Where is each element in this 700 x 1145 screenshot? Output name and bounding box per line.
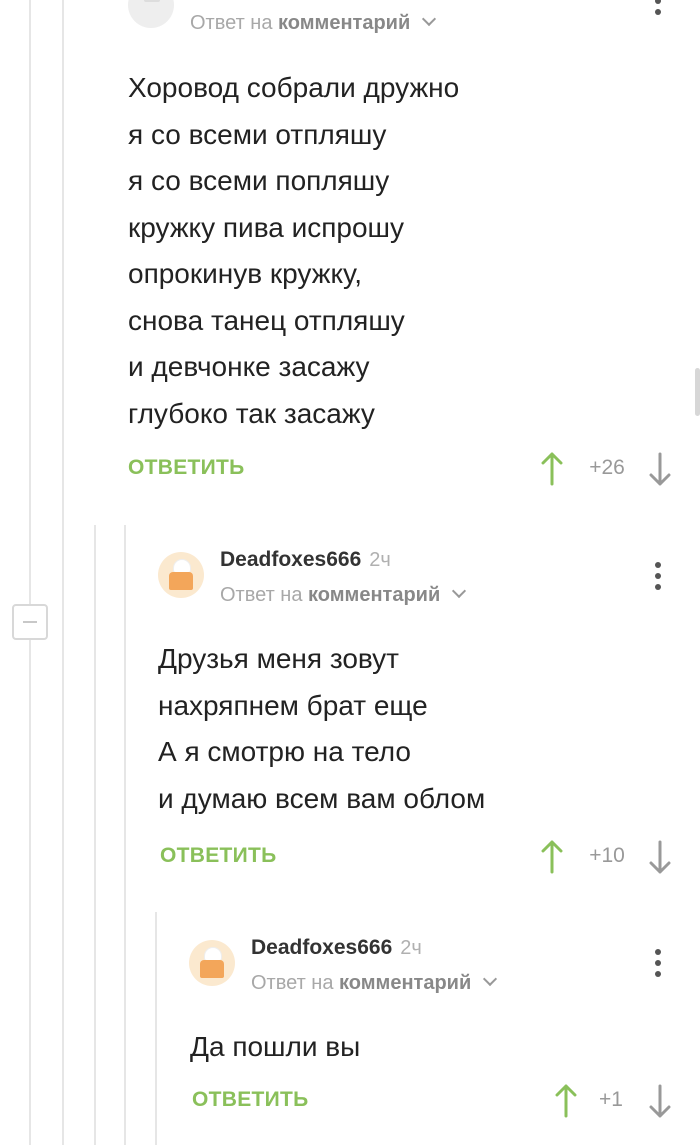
text-line: Хоровод собрали дружно xyxy=(128,72,460,103)
avatar[interactable] xyxy=(158,552,204,598)
comment-header: Deadfoxes666 2ч Ответ на комментарий xyxy=(158,548,638,632)
avatar[interactable] xyxy=(189,940,235,986)
text-line: опрокинув кружку, xyxy=(128,258,362,289)
comment-actions: ОТВЕТИТЬ +26 xyxy=(128,452,676,496)
downvote-arrow-icon[interactable] xyxy=(648,840,672,874)
reply-to-link[interactable]: Ответ на комментарий xyxy=(251,971,497,995)
reply-button[interactable]: ОТВЕТИТЬ xyxy=(192,1088,309,1112)
collapse-thread-button[interactable] xyxy=(12,604,48,640)
text-line: А я смотрю на тело xyxy=(158,736,411,767)
thread-line-level-2 xyxy=(94,525,96,1145)
author-name[interactable]: Deadfoxes666 2ч xyxy=(220,548,391,572)
avatar[interactable] xyxy=(128,0,174,28)
timestamp: 2ч xyxy=(369,549,391,571)
comment-header: Deadfoxes666 2ч Ответ на комментарий xyxy=(189,936,639,1020)
score: +26 xyxy=(589,456,625,479)
text-line: я со всеми отпляшу xyxy=(128,118,387,150)
author-label[interactable]: Deadfoxes666 xyxy=(251,936,392,959)
chevron-down-icon[interactable] xyxy=(482,971,497,987)
comment-actions: ОТВЕТИТЬ +1 xyxy=(192,1084,676,1128)
upvote-arrow-icon[interactable] xyxy=(554,1084,578,1118)
text-line: кружку пива испрошу xyxy=(128,211,405,243)
reply-prefix: Ответ на xyxy=(220,584,303,606)
author-label[interactable]: Deadfoxes666 xyxy=(220,548,361,571)
reply-prefix: Ответ на xyxy=(190,12,273,34)
text-line: глубоко так засажу xyxy=(128,397,375,429)
timestamp: 2ч xyxy=(400,937,422,959)
upvote-arrow-icon[interactable] xyxy=(540,452,564,486)
downvote-arrow-icon[interactable] xyxy=(648,452,672,486)
thread-line-level-0 xyxy=(29,0,31,1145)
upvote-arrow-icon[interactable] xyxy=(540,840,564,874)
comment-text: Хоровод собрали дружно я со всеми отпляш… xyxy=(128,65,459,437)
chevron-down-icon[interactable] xyxy=(451,583,466,599)
reply-target[interactable]: комментарий xyxy=(339,972,471,994)
reply-button[interactable]: ОТВЕТИТЬ xyxy=(160,844,277,868)
scrollbar-thumb[interactable] xyxy=(695,368,700,416)
score: +1 xyxy=(599,1088,623,1111)
comment-text: Друзья меня зовут нахряпнем брат еще А я… xyxy=(158,636,485,822)
reply-to-link[interactable]: Ответ на комментарий xyxy=(220,583,466,607)
reply-prefix: Ответ на xyxy=(251,972,334,994)
reply-target[interactable]: комментарий xyxy=(308,584,440,606)
text-line: и думаю всем вам облом xyxy=(158,782,486,814)
author-name[interactable]: Deadfoxes666 2ч xyxy=(251,936,422,960)
comment-text: Да пошли вы xyxy=(190,1024,360,1071)
text-line: нахряпнем брат еще xyxy=(158,689,428,721)
score: +10 xyxy=(589,844,625,867)
text-line: я со всеми попляшу xyxy=(128,165,390,196)
reply-button[interactable]: ОТВЕТИТЬ xyxy=(128,456,245,480)
reply-target[interactable]: комментарий xyxy=(278,12,410,34)
thread-line-level-4 xyxy=(155,912,157,1145)
thread-line-level-1 xyxy=(62,0,64,1145)
text-line: Друзья меня зовут xyxy=(158,643,399,674)
text-line: Да пошли вы xyxy=(190,1031,361,1062)
comment-actions: ОТВЕТИТЬ +10 xyxy=(160,840,676,884)
more-options-icon[interactable] xyxy=(648,560,668,596)
comment-header: Ответ на комментарий xyxy=(128,0,648,62)
chevron-down-icon[interactable] xyxy=(421,11,436,27)
more-options-icon[interactable] xyxy=(648,0,668,32)
downvote-arrow-icon[interactable] xyxy=(648,1084,672,1118)
thread-line-level-3 xyxy=(124,525,126,1145)
text-line: снова танец отпляшу xyxy=(128,304,405,336)
reply-to-link[interactable]: Ответ на комментарий xyxy=(190,11,436,35)
text-line: и девчонке засажу xyxy=(128,351,370,382)
more-options-icon[interactable] xyxy=(648,947,668,983)
